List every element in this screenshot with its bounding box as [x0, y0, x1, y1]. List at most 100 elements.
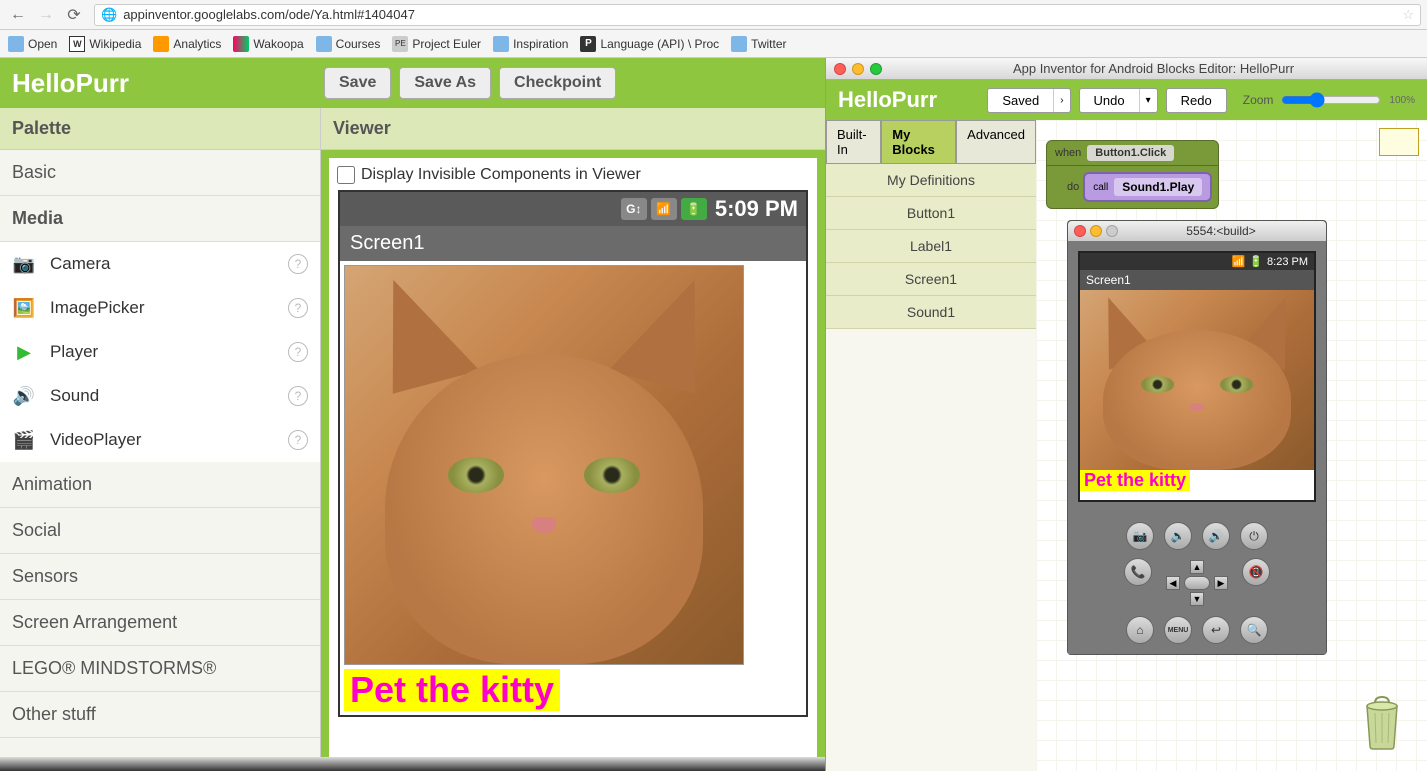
- emulator-titlebar[interactable]: 5554:<build>: [1068, 221, 1326, 241]
- display-invisible-label: Display Invisible Components in Viewer: [361, 166, 641, 184]
- minimap[interactable]: [1379, 128, 1419, 156]
- back-button[interactable]: ←: [6, 3, 30, 27]
- save-button[interactable]: Save: [324, 67, 391, 99]
- bookmark-wakoopa[interactable]: Wakoopa: [233, 36, 303, 52]
- display-invisible-checkbox[interactable]: [337, 166, 355, 184]
- emu-minimize-button[interactable]: [1090, 225, 1102, 237]
- help-icon[interactable]: ?: [288, 254, 308, 274]
- dpad-right[interactable]: ▶: [1214, 576, 1228, 590]
- designer-header: HelloPurr Save Save As Checkpoint: [0, 58, 825, 108]
- play-icon: ▶: [12, 340, 36, 364]
- camera-icon: 📷: [12, 252, 36, 276]
- emu-zoom-button[interactable]: [1106, 225, 1118, 237]
- help-icon[interactable]: ?: [288, 430, 308, 450]
- sync-icon: G↕: [621, 198, 647, 220]
- tab-myblocks[interactable]: My Blocks: [881, 120, 956, 163]
- button1-cat-image[interactable]: [344, 265, 744, 665]
- drawer-label1[interactable]: Label1: [826, 230, 1036, 263]
- globe-icon: 🌐: [101, 7, 117, 23]
- reload-button[interactable]: ⟳: [62, 3, 86, 27]
- palette-item-camera[interactable]: 📷 Camera ?: [0, 242, 320, 286]
- checkpoint-button[interactable]: Checkpoint: [499, 67, 616, 99]
- emu-home-button[interactable]: ⌂: [1126, 616, 1154, 644]
- drawer-mydefinitions[interactable]: My Definitions: [826, 164, 1036, 197]
- drawer-button1[interactable]: Button1: [826, 197, 1036, 230]
- folder-icon: [731, 36, 747, 52]
- palette-item-videoplayer[interactable]: 🎬 VideoPlayer ?: [0, 418, 320, 462]
- palette-category-social[interactable]: Social: [0, 508, 320, 554]
- url-text: appinventor.googlelabs.com/ode/Ya.html#1…: [123, 7, 415, 22]
- bookmark-open[interactable]: Open: [8, 36, 57, 52]
- emu-call-button[interactable]: 📞: [1124, 558, 1152, 586]
- palette-category-other[interactable]: Other stuff: [0, 692, 320, 738]
- help-icon[interactable]: ?: [288, 298, 308, 318]
- url-bar[interactable]: 🌐 appinventor.googlelabs.com/ode/Ya.html…: [94, 4, 1421, 26]
- palette-category-media[interactable]: Media: [0, 196, 320, 242]
- palette-category-sensors[interactable]: Sensors: [0, 554, 320, 600]
- save-as-button[interactable]: Save As: [399, 67, 491, 99]
- drawer-screen1[interactable]: Screen1: [826, 263, 1036, 296]
- bookmark-inspiration[interactable]: Inspiration: [493, 36, 568, 52]
- bookmark-courses[interactable]: Courses: [316, 36, 381, 52]
- emu-back-button[interactable]: ↩: [1202, 616, 1230, 644]
- help-icon[interactable]: ?: [288, 342, 308, 362]
- trash-icon[interactable]: [1357, 691, 1407, 751]
- zoom-slider[interactable]: [1281, 92, 1381, 108]
- close-window-button[interactable]: [834, 63, 846, 75]
- emu-camera-button[interactable]: 📷: [1126, 522, 1154, 550]
- browser-toolbar: ← → ⟳ 🌐 appinventor.googlelabs.com/ode/Y…: [0, 0, 1427, 30]
- saved-dropdown[interactable]: ›: [1054, 91, 1069, 110]
- bookmark-wikipedia[interactable]: WWikipedia: [69, 36, 141, 52]
- emu-search-button[interactable]: 🔍: [1240, 616, 1268, 644]
- when-button1-click-block[interactable]: when Button1.Click do call Sound1.Play: [1046, 140, 1219, 209]
- forward-button[interactable]: →: [34, 3, 58, 27]
- mac-titlebar[interactable]: App Inventor for Android Blocks Editor: …: [826, 58, 1427, 80]
- saved-status: Saved: [988, 89, 1054, 112]
- minimize-window-button[interactable]: [852, 63, 864, 75]
- emu-endcall-button[interactable]: 📵: [1242, 558, 1270, 586]
- label1[interactable]: Pet the kitty: [344, 669, 560, 711]
- wikipedia-icon: W: [69, 36, 85, 52]
- bookmark-language[interactable]: PLanguage (API) \ Proc: [580, 36, 719, 52]
- folder-icon: [493, 36, 509, 52]
- phone-time: 5:09 PM: [715, 196, 798, 222]
- tab-advanced[interactable]: Advanced: [956, 120, 1036, 163]
- emu-menu-button[interactable]: MENU: [1164, 616, 1192, 644]
- dpad-left[interactable]: ◀: [1166, 576, 1180, 590]
- tab-builtin[interactable]: Built-In: [826, 120, 881, 163]
- dpad-center[interactable]: [1184, 576, 1210, 590]
- bookmark-star-icon[interactable]: ☆: [1402, 7, 1414, 23]
- dpad-down[interactable]: ▼: [1190, 592, 1204, 606]
- emu-voldown-button[interactable]: 🔉: [1164, 522, 1192, 550]
- call-sound1-play-block[interactable]: call Sound1.Play: [1083, 172, 1212, 202]
- phone-status-bar: G↕ 📶 🔋 5:09 PM: [340, 192, 806, 226]
- bookmark-projecteuler[interactable]: PEProject Euler: [392, 36, 481, 52]
- zoom-window-button[interactable]: [870, 63, 882, 75]
- palette-category-basic[interactable]: Basic: [0, 150, 320, 196]
- palette-media-items: 📷 Camera ? 🖼️ ImagePicker ? ▶ Player ?: [0, 242, 320, 462]
- help-icon[interactable]: ?: [288, 386, 308, 406]
- undo-button[interactable]: Undo: [1080, 89, 1140, 112]
- palette-item-sound[interactable]: 🔊 Sound ?: [0, 374, 320, 418]
- blocks-canvas[interactable]: when Button1.Click do call Sound1.Play: [1036, 120, 1427, 771]
- palette-category-lego[interactable]: LEGO® MINDSTORMS®: [0, 646, 320, 692]
- designer-window: HelloPurr Save Save As Checkpoint Palett…: [0, 58, 825, 771]
- redo-button[interactable]: Redo: [1167, 89, 1226, 112]
- emu-dpad[interactable]: ▲ ▼ ◀ ▶: [1162, 558, 1232, 608]
- emu-label1: Pet the kitty: [1080, 470, 1190, 491]
- palette-item-imagepicker[interactable]: 🖼️ ImagePicker ?: [0, 286, 320, 330]
- emu-power-button[interactable]: ⏻: [1240, 522, 1268, 550]
- palette-item-player[interactable]: ▶ Player ?: [0, 330, 320, 374]
- bookmark-analytics[interactable]: Analytics: [153, 36, 221, 52]
- undo-dropdown[interactable]: ▾: [1140, 91, 1157, 110]
- emulator-window[interactable]: 5554:<build> 📶 🔋 8:23 PM Screen1: [1067, 220, 1327, 655]
- palette-category-animation[interactable]: Animation: [0, 462, 320, 508]
- emu-volup-button[interactable]: 🔊: [1202, 522, 1230, 550]
- battery-icon: 🔋: [681, 198, 707, 220]
- emu-button1-cat[interactable]: [1080, 290, 1314, 470]
- bookmark-twitter[interactable]: Twitter: [731, 36, 786, 52]
- dpad-up[interactable]: ▲: [1190, 560, 1204, 574]
- palette-category-screen[interactable]: Screen Arrangement: [0, 600, 320, 646]
- drawer-sound1[interactable]: Sound1: [826, 296, 1036, 329]
- emu-close-button[interactable]: [1074, 225, 1086, 237]
